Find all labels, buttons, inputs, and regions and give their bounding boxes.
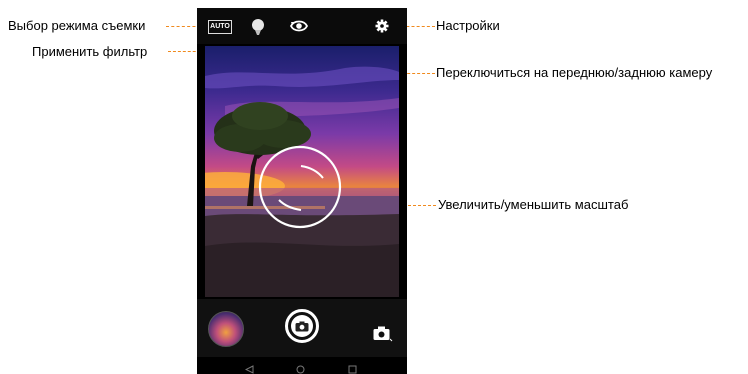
mode-select-button[interactable]: AUTO — [208, 20, 232, 34]
camera-mode-icon[interactable] — [373, 326, 393, 347]
camera-top-bar: AUTO — [197, 8, 407, 44]
label-apply-filter: Применить фильтр — [32, 44, 148, 59]
shutter-button[interactable] — [285, 309, 319, 343]
label-switch-camera: Переключиться на переднюю/заднюю камеру — [436, 65, 713, 80]
camera-bottom-bar — [197, 299, 407, 357]
camera-viewfinder[interactable] — [205, 46, 399, 297]
label-zoom: Увеличить/уменьшить масштаб — [438, 197, 629, 212]
camera-shutter-icon — [291, 315, 313, 337]
filter-icon[interactable] — [251, 18, 265, 41]
recent-square-icon[interactable] — [348, 361, 357, 374]
gallery-thumbnail[interactable] — [208, 311, 244, 347]
label-settings: Настройки — [436, 18, 500, 33]
back-triangle-icon[interactable] — [244, 361, 254, 374]
zoom-ring-icon[interactable] — [257, 144, 343, 235]
switch-camera-icon[interactable] — [289, 19, 309, 38]
label-mode-select: Выбор режима съемки — [8, 18, 146, 33]
home-circle-icon[interactable] — [296, 361, 305, 374]
system-nav-bar — [197, 357, 407, 374]
phone-screen: AUTO — [197, 8, 407, 374]
gear-icon[interactable] — [375, 19, 389, 38]
